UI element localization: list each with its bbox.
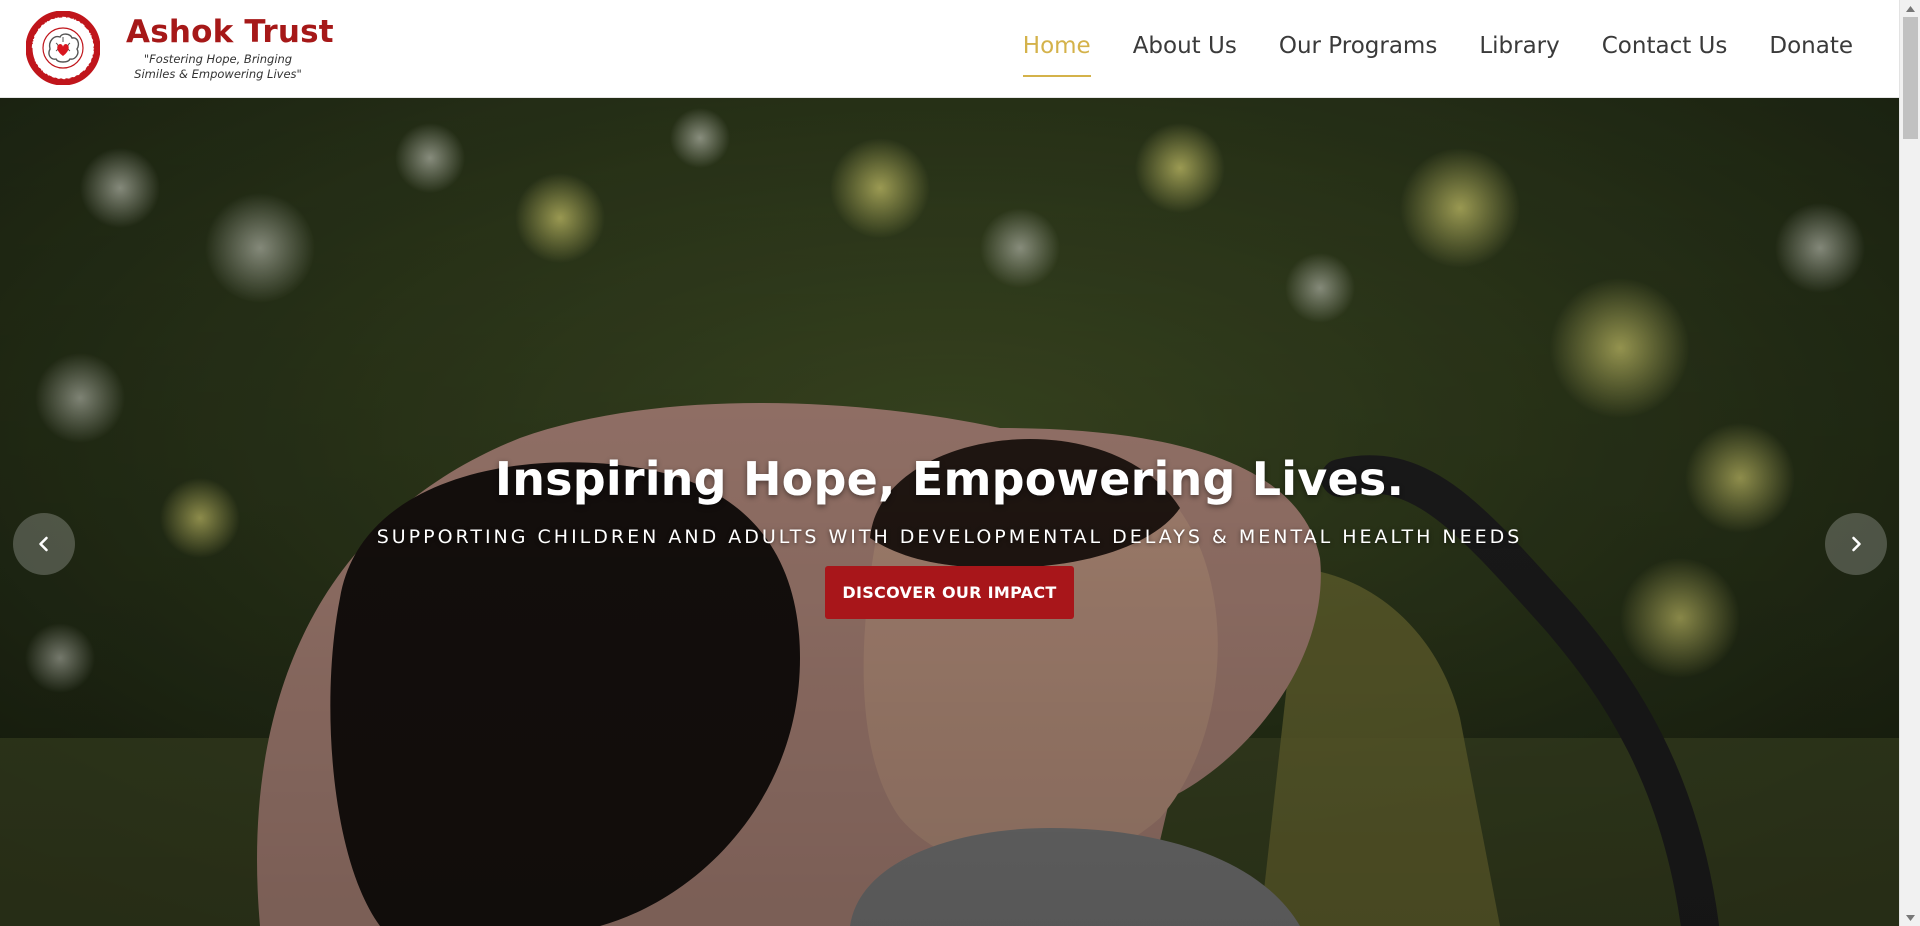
scroll-down-arrow[interactable] xyxy=(1900,909,1920,926)
discover-impact-button[interactable]: DISCOVER OUR IMPACT xyxy=(825,566,1074,619)
caret-up-icon xyxy=(1906,5,1915,12)
hero-subtitle: SUPPORTING CHILDREN AND ADULTS WITH DEVE… xyxy=(376,526,1523,548)
hero-carousel: Inspiring Hope, Empowering Lives. SUPPOR… xyxy=(0,98,1899,926)
page: THE ASHOK TRUST CHARITABLE CORPORATION A… xyxy=(0,0,1920,926)
carousel-prev-button[interactable] xyxy=(13,513,75,575)
hero-title: Inspiring Hope, Empowering Lives. xyxy=(494,452,1405,506)
brand-name[interactable]: Ashok Trust xyxy=(126,14,334,50)
brand-tagline: "Fostering Hope, Bringing Similes & Empo… xyxy=(134,52,302,81)
nav-item-our-programs[interactable]: Our Programs xyxy=(1279,33,1437,77)
nav-item-home[interactable]: Home xyxy=(1022,33,1091,77)
nav-item-library[interactable]: Library xyxy=(1479,33,1559,77)
main-nav: Home About Us Our Programs Library Conta… xyxy=(981,33,1853,77)
site-header: THE ASHOK TRUST CHARITABLE CORPORATION A… xyxy=(0,0,1899,98)
chevron-left-icon xyxy=(39,536,48,552)
caret-down-icon xyxy=(1906,914,1915,921)
trust-seal-logo[interactable]: THE ASHOK TRUST CHARITABLE CORPORATION xyxy=(26,11,100,85)
page-scrollbar[interactable] xyxy=(1899,0,1920,926)
nav-item-donate[interactable]: Donate xyxy=(1769,33,1853,77)
carousel-next-button[interactable] xyxy=(1825,513,1887,575)
scroll-up-arrow[interactable] xyxy=(1900,0,1920,17)
nav-item-contact-us[interactable]: Contact Us xyxy=(1602,33,1728,77)
nav-item-about-us[interactable]: About Us xyxy=(1133,33,1237,77)
chevron-right-icon xyxy=(1852,536,1861,552)
hero-background-photo xyxy=(0,98,1899,926)
scrollbar-thumb[interactable] xyxy=(1903,17,1918,139)
